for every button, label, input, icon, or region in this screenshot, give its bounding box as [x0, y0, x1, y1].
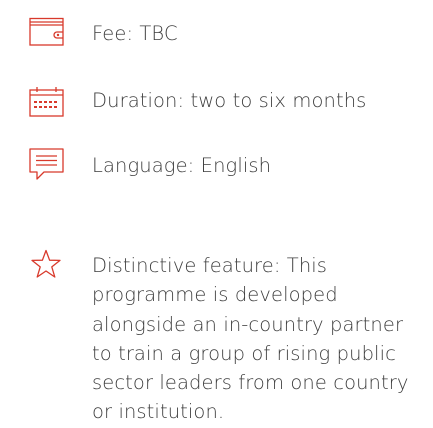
- star-icon: [31, 249, 61, 278]
- speech-bubble-icon: [29, 148, 64, 180]
- wallet-icon: [29, 17, 64, 46]
- fee-text: Fee: TBC: [92, 22, 178, 45]
- language-text: Language: English: [92, 154, 272, 177]
- calendar-icon: [29, 87, 64, 117]
- duration-text: Duration: two to six months: [92, 89, 367, 112]
- distinctive-feature-text: Distinctive feature: This programme is d…: [92, 254, 409, 424]
